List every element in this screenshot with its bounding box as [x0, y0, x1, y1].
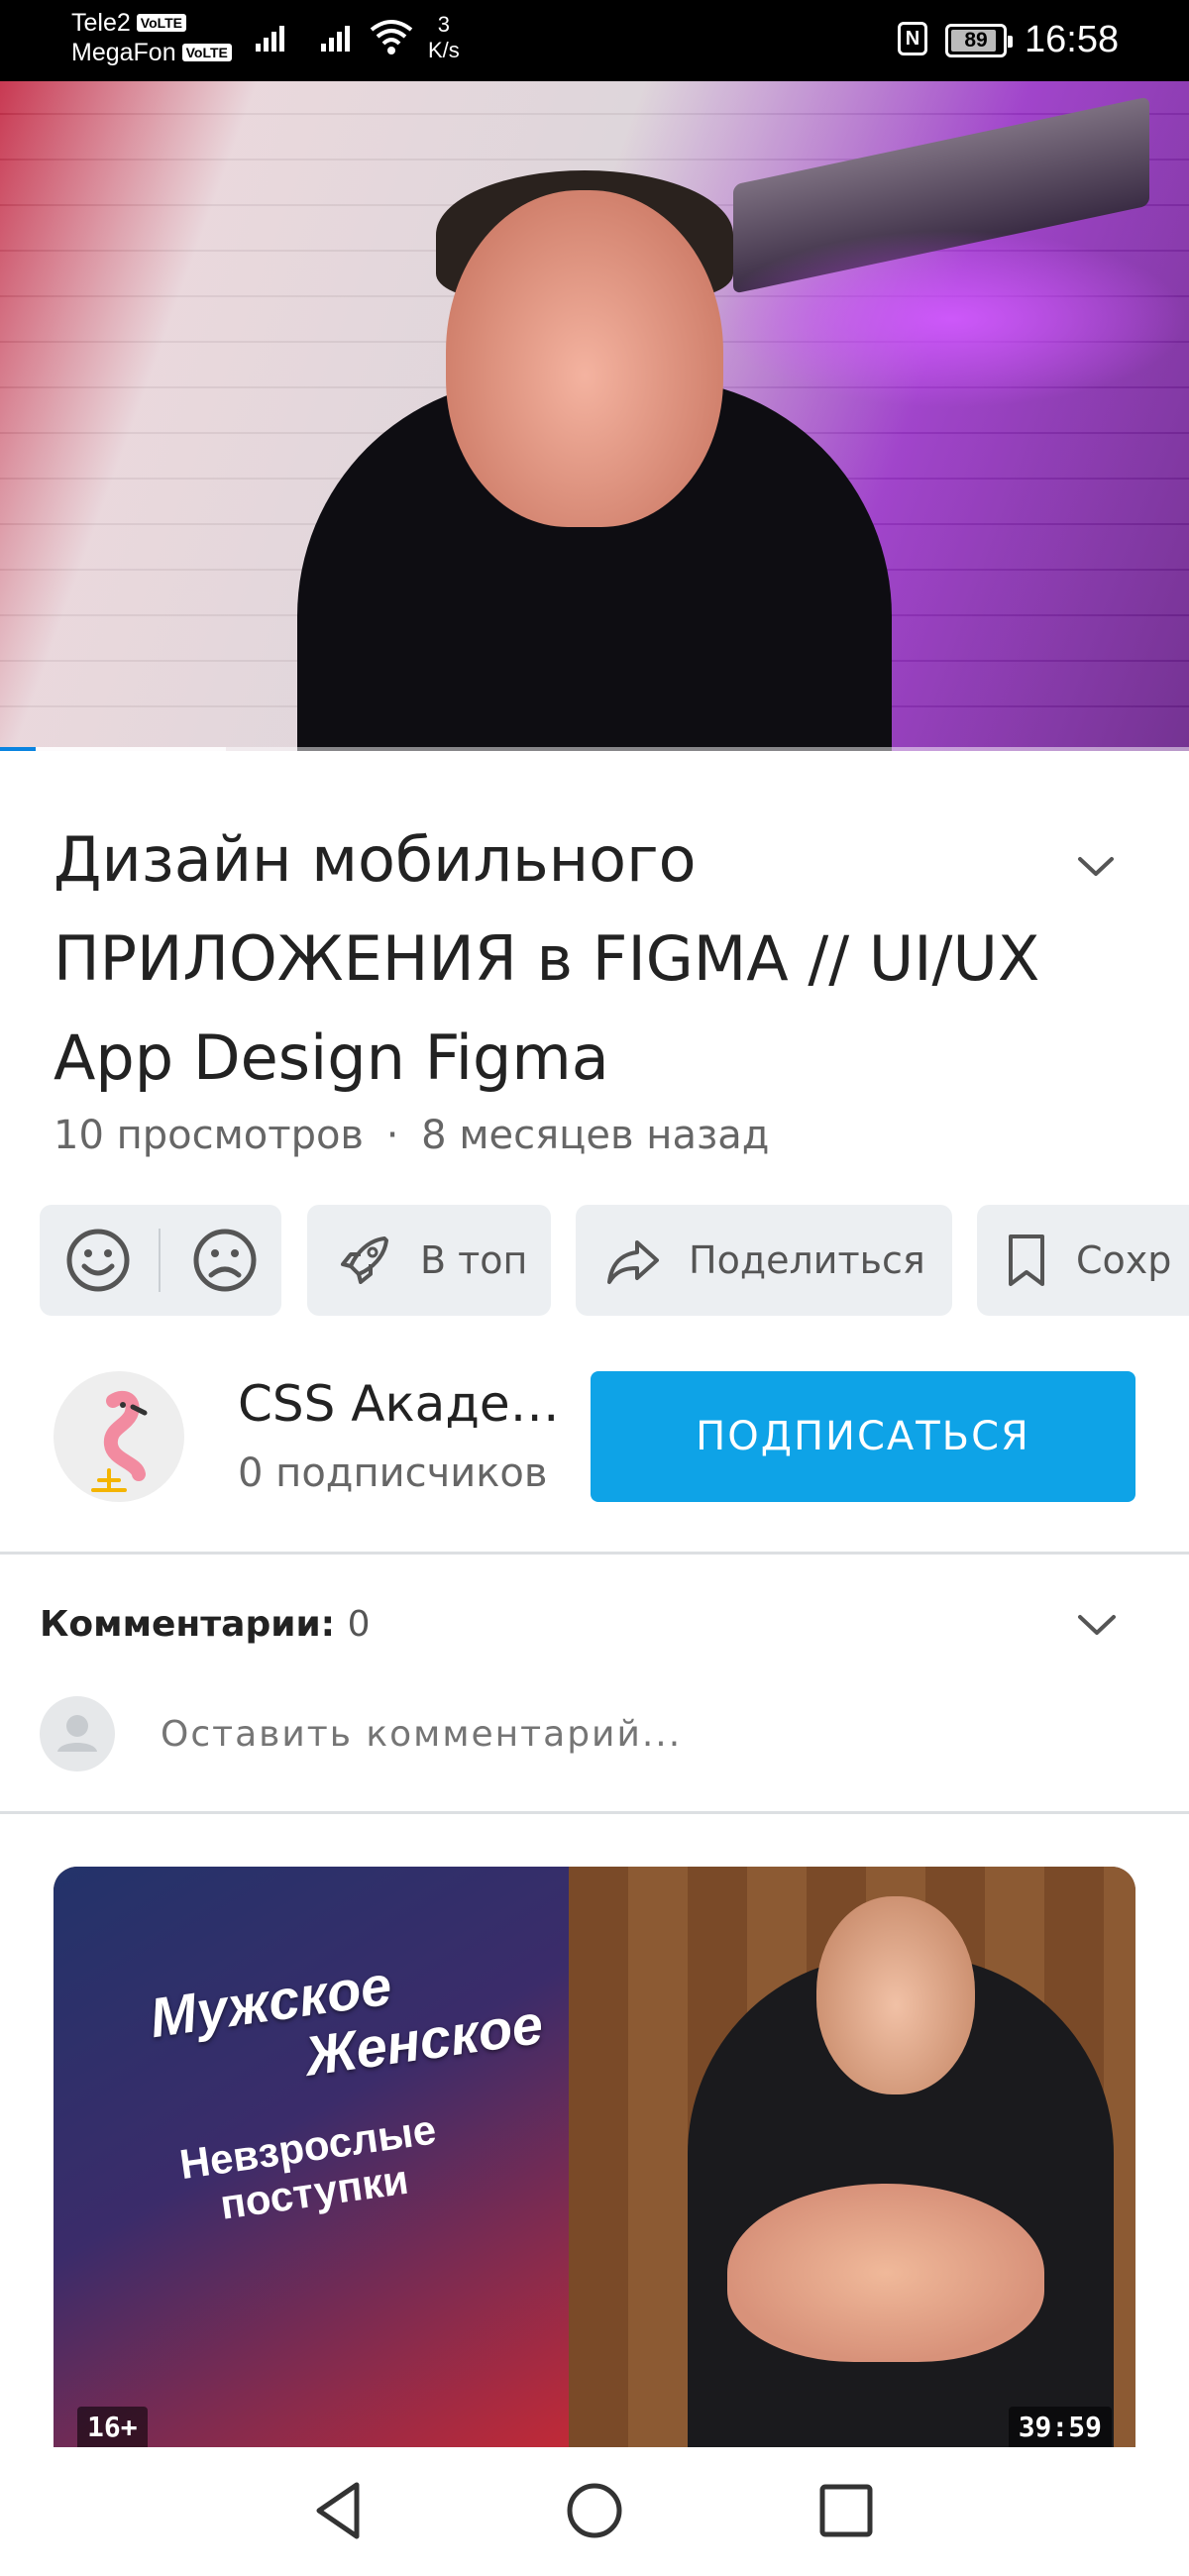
back-icon[interactable] — [299, 2471, 378, 2550]
chevron-down-icon[interactable] — [1076, 852, 1116, 882]
recommended-video-thumbnail[interactable]: Мужское Женское Невзрослые поступки 16+ … — [54, 1867, 1135, 2447]
save-button[interactable]: Сохр — [977, 1205, 1189, 1316]
comments-label: Комментарии: — [40, 1604, 336, 1645]
upload-age: 8 месяцев назад — [421, 1113, 770, 1158]
status-bar: Tele2 VoLTE MegaFon VoLTE 3 K/s N 89 16:… — [0, 0, 1189, 81]
view-count: 10 просмотров — [54, 1113, 365, 1158]
video-progress-bar[interactable] — [0, 747, 1189, 751]
video-title: Дизайн мобильного ПРИЛОЖЕНИЯ в FIGMA // … — [54, 823, 1040, 1094]
carrier-2-name: MegaFon — [71, 39, 176, 66]
status-time: 16:58 — [1025, 19, 1120, 60]
network-speed-value: 3 — [437, 12, 451, 37]
channel-avatar[interactable] — [54, 1371, 184, 1502]
carrier-info: Tele2 VoLTE MegaFon VoLTE — [71, 8, 232, 67]
carrier-1-name: Tele2 — [71, 9, 131, 37]
channel-row: CSS Академия 0 подписчиков ПОДПИСАТЬСЯ — [54, 1371, 1143, 1502]
comment-input[interactable] — [159, 1706, 1054, 1764]
system-nav-bar — [0, 2447, 1189, 2576]
nfc-icon: N — [898, 22, 927, 55]
volte-badge: VoLTE — [136, 14, 187, 32]
channel-name[interactable]: CSS Академия — [238, 1375, 565, 1433]
reaction-chip — [40, 1205, 281, 1316]
flamingo-logo — [91, 1390, 148, 1492]
comments-header[interactable]: Комментарии: 0 — [40, 1597, 371, 1653]
frown-icon[interactable] — [190, 1226, 260, 1295]
user-avatar-icon — [40, 1696, 115, 1771]
network-speed-unit: K/s — [428, 38, 460, 62]
video-meta: 10 просмотров · 8 месяцев назад — [54, 1110, 769, 1161]
action-row: В топ Поделиться Сохр — [40, 1205, 1189, 1316]
share-icon — [607, 1240, 659, 1284]
duration-badge: 39:59 — [1008, 2407, 1112, 2447]
played-bar — [0, 747, 36, 751]
signal-icon — [256, 22, 284, 52]
chevron-down-icon[interactable] — [1076, 1609, 1118, 1641]
heart-hands — [727, 2184, 1044, 2362]
battery-icon: 89 — [945, 24, 1013, 57]
network-speed: 3 K/s — [428, 12, 460, 63]
battery-percent: 89 — [964, 29, 988, 52]
smile-icon[interactable] — [63, 1226, 133, 1295]
wifi-icon — [370, 20, 413, 54]
rocket-icon — [341, 1236, 388, 1284]
subscribe-button[interactable]: ПОДПИСАТЬСЯ — [591, 1371, 1135, 1502]
to-top-label: В топ — [420, 1238, 528, 1282]
video-player[interactable] — [0, 81, 1189, 751]
save-label: Сохр — [1076, 1238, 1172, 1282]
section-divider — [0, 1552, 1189, 1555]
share-button[interactable]: Поделиться — [576, 1205, 952, 1316]
home-icon[interactable] — [555, 2471, 634, 2550]
signal-icon — [321, 22, 350, 52]
meta-separator: · — [385, 1113, 399, 1158]
section-divider — [0, 1811, 1189, 1814]
volte-badge: VoLTE — [181, 44, 232, 61]
bookmark-icon — [1009, 1234, 1044, 1286]
reaction-separator — [159, 1229, 161, 1292]
age-rating-badge: 16+ — [77, 2407, 148, 2447]
comments-count: 0 — [347, 1604, 371, 1645]
recents-icon[interactable] — [807, 2471, 886, 2550]
subscriber-count: 0 подписчиков — [238, 1450, 548, 1496]
share-label: Поделиться — [689, 1238, 925, 1282]
to-top-button[interactable]: В топ — [307, 1205, 551, 1316]
